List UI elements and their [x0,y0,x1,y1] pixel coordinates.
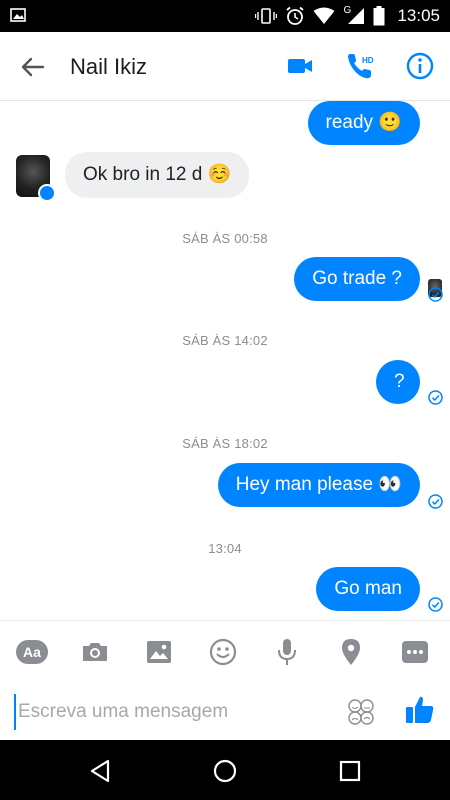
text-format-icon[interactable]: Aa [16,637,48,667]
image-icon [10,8,26,22]
android-nav-bar [0,740,450,800]
contact-name[interactable]: Nail Ikiz [70,54,147,80]
status-icons: G 13:05 [255,0,440,32]
thumbs-up-icon[interactable] [404,694,436,726]
composer [0,682,450,740]
battery-icon [373,6,385,26]
back-nav-icon[interactable] [88,758,114,784]
hd-label: HD [362,56,374,65]
back-arrow-icon[interactable] [18,52,48,82]
hd-call-icon[interactable]: HD [345,51,375,81]
outgoing-message[interactable]: Go man [316,567,420,611]
microphone-icon[interactable] [272,637,302,667]
more-icon[interactable] [400,637,430,667]
aa-label: Aa [16,640,48,664]
sent-check-icon [428,287,443,302]
timestamp: SÁB ÀS 00:58 [182,231,268,246]
outgoing-message[interactable]: ? [376,360,420,404]
conversation-header: Nail Ikiz HD [0,32,450,101]
incoming-message[interactable]: Ok bro in 12 d ☺️ [65,152,250,198]
sent-check-icon [428,494,443,509]
vibrate-icon [255,8,278,24]
sent-check-icon [428,597,443,612]
emoji-faces-icon[interactable] [347,698,375,726]
status-bar: G 13:05 [0,0,450,32]
gallery-icon[interactable] [144,637,174,667]
messenger-badge-icon [38,184,56,202]
camera-icon[interactable] [80,637,110,667]
signal-icon: G [343,5,365,25]
timestamp: SÁB ÀS 18:02 [182,436,268,451]
outgoing-message[interactable]: ready 🙂 [307,101,420,145]
timestamp: SÁB ÀS 14:02 [182,333,268,348]
video-call-icon[interactable] [285,51,315,81]
emoji-icon[interactable] [208,637,238,667]
alarm-icon [286,6,305,25]
home-nav-icon[interactable] [212,758,238,784]
outgoing-message[interactable]: Hey man please 👀 [217,463,420,507]
message-list[interactable]: ready 🙂 Ok bro in 12 d ☺️ SÁB ÀS 00:58 G… [0,101,450,620]
message-input[interactable] [14,694,320,730]
timestamp: 13:04 [208,541,242,556]
status-time: 13:05 [397,6,440,25]
location-icon[interactable] [336,637,366,667]
contact-avatar[interactable] [16,155,56,202]
composer-toolbar: Aa [0,620,450,683]
wifi-icon [313,7,335,24]
sent-check-icon [428,390,443,405]
outgoing-message[interactable]: Go trade ? [294,257,420,301]
info-icon[interactable] [405,51,435,81]
recents-nav-icon[interactable] [337,758,363,784]
